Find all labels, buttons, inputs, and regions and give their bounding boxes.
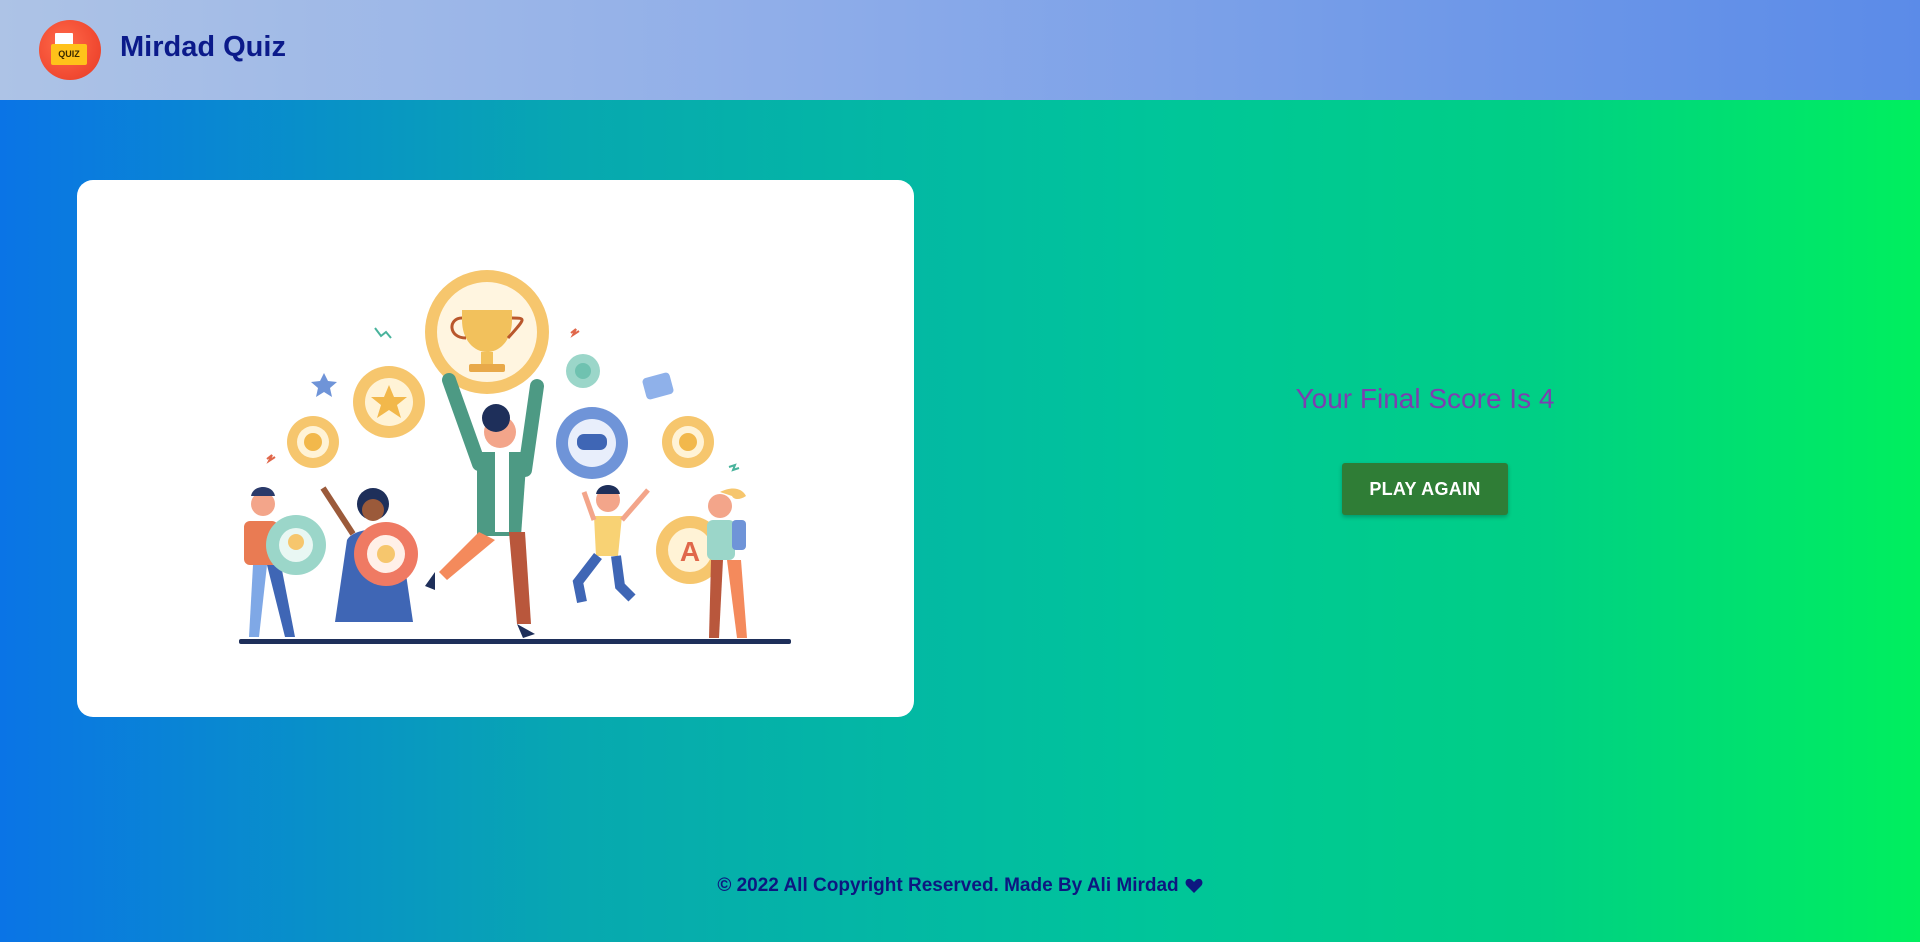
header: QUIZ Mirdad Quiz xyxy=(0,0,1920,100)
play-again-button[interactable]: PLAY AGAIN xyxy=(1342,463,1508,515)
final-score-text: Your Final Score Is 4 xyxy=(1295,383,1555,414)
person-figure xyxy=(425,373,544,638)
logo-label: QUIZ xyxy=(51,44,87,65)
gear-letter: A xyxy=(680,536,700,567)
person-figure xyxy=(707,488,747,638)
footer: © 2022 All Copyright Reserved. Made By A… xyxy=(0,875,1920,900)
person-figure xyxy=(244,487,326,637)
heart-icon xyxy=(1185,878,1203,900)
person-figure xyxy=(572,485,650,603)
app-title[interactable]: Mirdad Quiz xyxy=(120,31,286,64)
star-gear-icon xyxy=(353,366,425,438)
illustration-card: A xyxy=(77,180,914,717)
footer-copyright: © 2022 All Copyright Reserved. Made By A… xyxy=(717,875,1179,896)
trophy-badge-icon xyxy=(425,270,549,394)
person-figure xyxy=(320,486,418,622)
game-controller-gear-icon xyxy=(556,407,628,479)
quiz-logo-icon[interactable]: QUIZ xyxy=(39,20,101,80)
celebration-illustration: A xyxy=(239,270,791,644)
star-icon xyxy=(311,373,337,397)
